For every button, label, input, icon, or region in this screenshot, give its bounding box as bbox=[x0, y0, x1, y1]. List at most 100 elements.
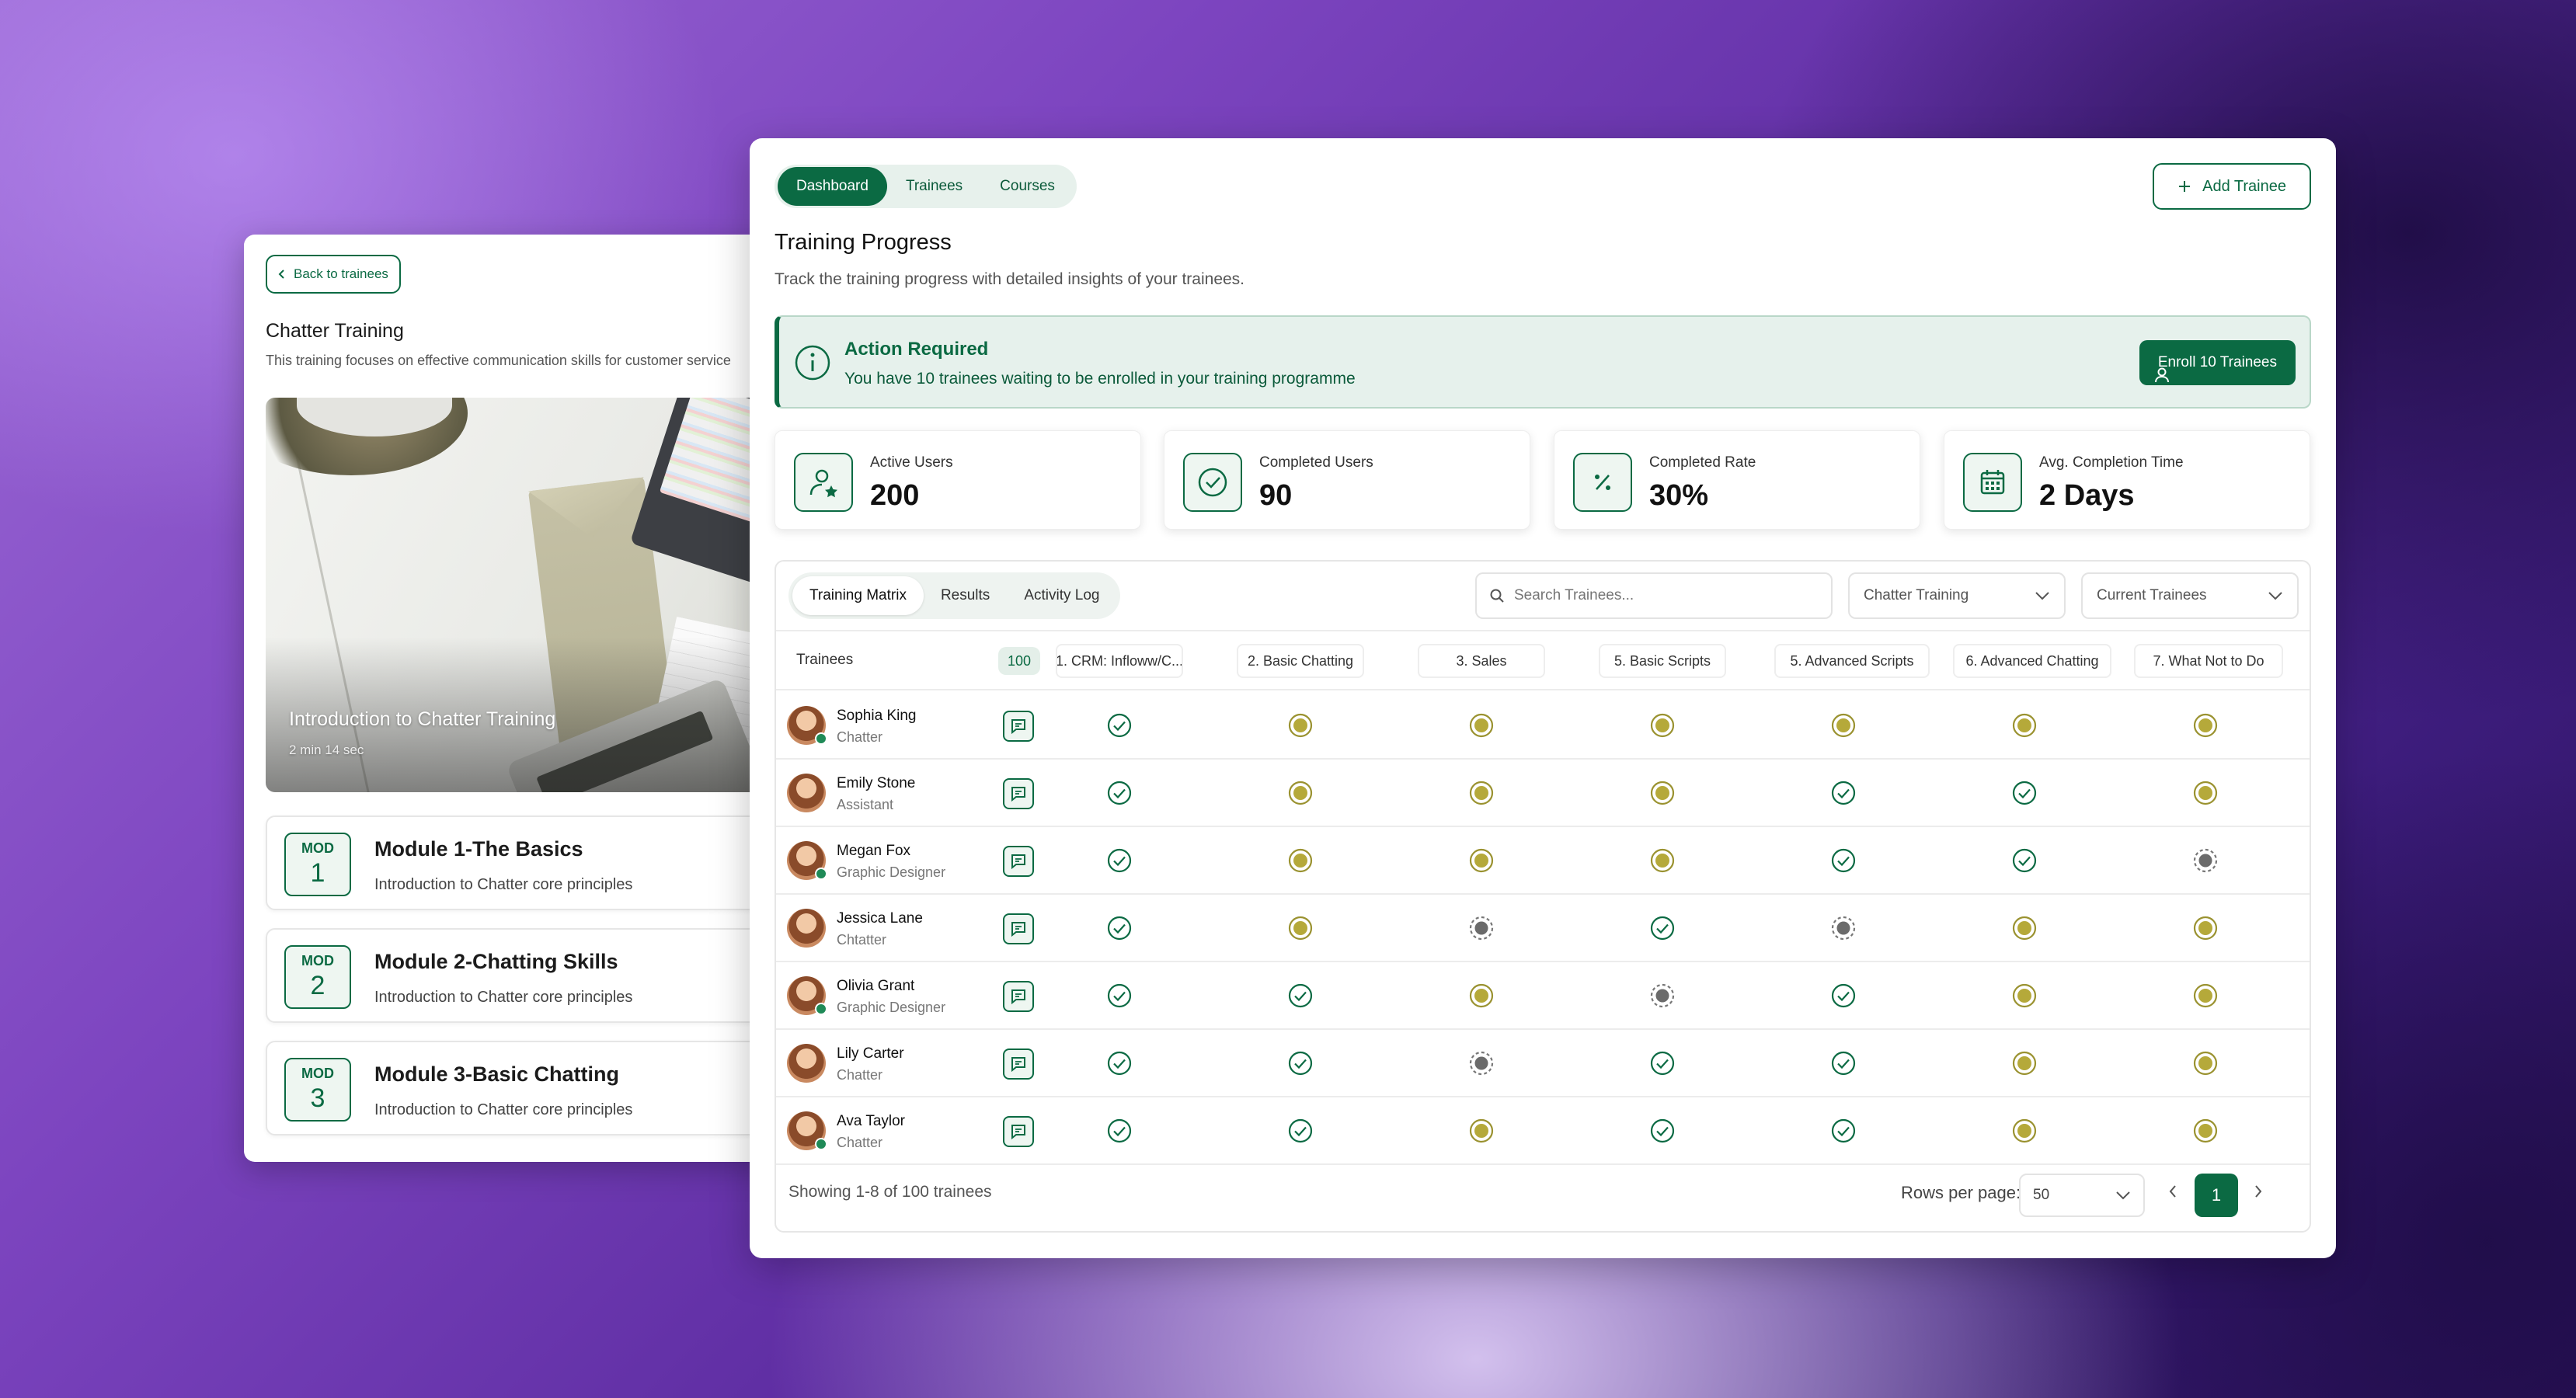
not-started-status-icon[interactable] bbox=[1467, 1049, 1495, 1077]
completed-status-icon[interactable] bbox=[1648, 1117, 1676, 1145]
in-progress-status-icon[interactable] bbox=[1467, 779, 1495, 807]
in-progress-status-icon[interactable] bbox=[2191, 711, 2219, 739]
in-progress-status-icon[interactable] bbox=[1467, 1117, 1495, 1145]
in-progress-status-icon[interactable] bbox=[2191, 1117, 2219, 1145]
module-card-2[interactable]: MOD 2 Module 2-Chatting Skills Introduct… bbox=[266, 928, 788, 1023]
search-trainees[interactable] bbox=[1475, 572, 1833, 619]
table-row[interactable]: Sophia King Chatter bbox=[776, 692, 2310, 760]
check-circle-icon bbox=[1183, 453, 1242, 512]
in-progress-status-icon[interactable] bbox=[2191, 1049, 2219, 1077]
matrix-header-row: Trainees 100 1. CRM: Infloww/C... 2. Bas… bbox=[776, 630, 2310, 690]
completed-status-icon[interactable] bbox=[1286, 1117, 1314, 1145]
column-header[interactable]: 6. Advanced Chatting bbox=[1953, 644, 2111, 678]
previous-page-button[interactable] bbox=[2167, 1183, 2179, 1200]
page-number-button[interactable]: 1 bbox=[2195, 1174, 2238, 1217]
completed-status-icon[interactable] bbox=[1105, 711, 1133, 739]
message-button[interactable] bbox=[1003, 846, 1034, 877]
next-page-button[interactable] bbox=[2252, 1183, 2264, 1200]
completed-status-icon[interactable] bbox=[1829, 1117, 1857, 1145]
module-card-3[interactable]: MOD 3 Module 3-Basic Chatting Introducti… bbox=[266, 1041, 788, 1135]
in-progress-status-icon[interactable] bbox=[1829, 711, 1857, 739]
video-thumbnail[interactable]: Introduction to Chatter Training 2 min 1… bbox=[266, 398, 788, 792]
in-progress-status-icon[interactable] bbox=[2191, 982, 2219, 1010]
completed-status-icon[interactable] bbox=[1105, 982, 1133, 1010]
completed-status-icon[interactable] bbox=[1105, 914, 1133, 942]
column-header[interactable]: 3. Sales bbox=[1418, 644, 1545, 678]
column-header[interactable]: 5. Advanced Scripts bbox=[1774, 644, 1930, 678]
table-row[interactable]: Emily Stone Assistant bbox=[776, 760, 2310, 827]
completed-status-icon[interactable] bbox=[1829, 847, 1857, 875]
stat-label: Completed Rate bbox=[1649, 454, 1756, 471]
message-button[interactable] bbox=[1003, 981, 1034, 1012]
completed-status-icon[interactable] bbox=[1105, 779, 1133, 807]
tab-activity-log[interactable]: Activity Log bbox=[1007, 576, 1116, 615]
completed-status-icon[interactable] bbox=[2010, 779, 2038, 807]
in-progress-status-icon[interactable] bbox=[2010, 1049, 2038, 1077]
column-header[interactable]: 5. Basic Scripts bbox=[1599, 644, 1726, 678]
module-title: Module 1-The Basics bbox=[374, 837, 583, 861]
completed-status-icon[interactable] bbox=[1286, 1049, 1314, 1077]
status-filter-select[interactable]: Current Trainees bbox=[2081, 572, 2299, 619]
table-row[interactable]: Lily Carter Chatter bbox=[776, 1030, 2310, 1097]
message-button[interactable] bbox=[1003, 778, 1034, 809]
stat-card-avg-completion: Avg. Completion Time 2 Days bbox=[1944, 430, 2310, 530]
table-row[interactable]: Megan Fox Graphic Designer bbox=[776, 827, 2310, 895]
in-progress-status-icon[interactable] bbox=[2010, 982, 2038, 1010]
not-started-status-icon[interactable] bbox=[2191, 847, 2219, 875]
not-started-status-icon[interactable] bbox=[1829, 914, 1857, 942]
in-progress-status-icon[interactable] bbox=[2010, 1117, 2038, 1145]
table-row[interactable]: Olivia Grant Graphic Designer bbox=[776, 962, 2310, 1030]
in-progress-status-icon[interactable] bbox=[1286, 847, 1314, 875]
back-to-trainees-button[interactable]: Back to trainees bbox=[266, 255, 401, 294]
course-filter-select[interactable]: Chatter Training bbox=[1848, 572, 2066, 619]
table-row[interactable]: Jessica Lane Chtatter bbox=[776, 895, 2310, 962]
completed-status-icon[interactable] bbox=[1286, 982, 1314, 1010]
completed-status-icon[interactable] bbox=[1829, 779, 1857, 807]
in-progress-status-icon[interactable] bbox=[1467, 982, 1495, 1010]
tab-training-matrix[interactable]: Training Matrix bbox=[792, 576, 924, 615]
in-progress-status-icon[interactable] bbox=[1286, 711, 1314, 739]
tab-courses[interactable]: Courses bbox=[981, 167, 1074, 206]
completed-status-icon[interactable] bbox=[1648, 1049, 1676, 1077]
message-button[interactable] bbox=[1003, 913, 1034, 944]
search-input[interactable] bbox=[1514, 587, 1809, 604]
completed-status-icon[interactable] bbox=[1648, 914, 1676, 942]
trainee-name: Sophia King bbox=[837, 708, 917, 724]
module-card-1[interactable]: MOD 1 Module 1-The Basics Introduction t… bbox=[266, 816, 788, 910]
message-button[interactable] bbox=[1003, 1116, 1034, 1147]
column-header[interactable]: 2. Basic Chatting bbox=[1237, 644, 1364, 678]
in-progress-status-icon[interactable] bbox=[2010, 711, 2038, 739]
not-started-status-icon[interactable] bbox=[1467, 914, 1495, 942]
in-progress-status-icon[interactable] bbox=[1648, 779, 1676, 807]
in-progress-status-icon[interactable] bbox=[1467, 847, 1495, 875]
message-button[interactable] bbox=[1003, 1048, 1034, 1080]
rows-per-page-label: Rows per page: bbox=[1901, 1183, 2021, 1202]
add-trainee-button[interactable]: Add Trainee bbox=[2153, 163, 2311, 210]
in-progress-status-icon[interactable] bbox=[1286, 914, 1314, 942]
in-progress-status-icon[interactable] bbox=[1648, 711, 1676, 739]
column-header[interactable]: 7. What Not to Do bbox=[2134, 644, 2283, 678]
in-progress-status-icon[interactable] bbox=[1467, 711, 1495, 739]
tab-dashboard[interactable]: Dashboard bbox=[778, 167, 887, 206]
completed-status-icon[interactable] bbox=[1105, 1049, 1133, 1077]
enroll-trainees-button[interactable]: Enroll 10 Trainees bbox=[2139, 340, 2296, 385]
completed-status-icon[interactable] bbox=[1105, 847, 1133, 875]
table-row[interactable]: Ava Taylor Chatter bbox=[776, 1097, 2310, 1165]
completed-status-icon[interactable] bbox=[1829, 1049, 1857, 1077]
completed-status-icon[interactable] bbox=[1829, 982, 1857, 1010]
rows-per-page-select[interactable]: 50 bbox=[2019, 1174, 2145, 1217]
in-progress-status-icon[interactable] bbox=[2191, 779, 2219, 807]
completed-status-icon[interactable] bbox=[2010, 847, 2038, 875]
message-button[interactable] bbox=[1003, 711, 1034, 742]
alert-title: Action Required bbox=[844, 339, 989, 360]
tab-trainees[interactable]: Trainees bbox=[887, 167, 981, 206]
completed-status-icon[interactable] bbox=[1105, 1117, 1133, 1145]
column-header[interactable]: 1. CRM: Infloww/C... bbox=[1056, 644, 1183, 678]
in-progress-status-icon[interactable] bbox=[1648, 847, 1676, 875]
in-progress-status-icon[interactable] bbox=[2010, 914, 2038, 942]
not-started-status-icon[interactable] bbox=[1648, 982, 1676, 1010]
in-progress-status-icon[interactable] bbox=[2191, 914, 2219, 942]
trainee-role: Chatter bbox=[837, 729, 883, 745]
tab-results[interactable]: Results bbox=[924, 576, 1007, 615]
in-progress-status-icon[interactable] bbox=[1286, 779, 1314, 807]
